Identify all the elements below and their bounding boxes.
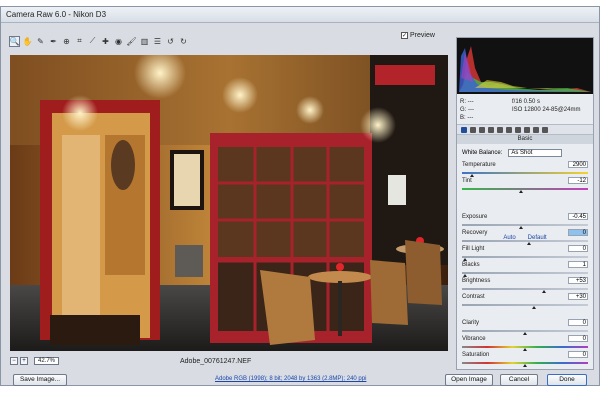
slider-thumb[interactable] [470, 174, 475, 177]
slider-thumb[interactable] [541, 290, 546, 293]
slider-thumb[interactable] [462, 274, 467, 277]
snapshots-tab-icon[interactable] [542, 126, 548, 133]
slider-thumb[interactable] [519, 190, 524, 193]
workflow-options-link[interactable]: Adobe RGB (1998); 8 bit; 2048 by 1363 (2… [215, 376, 366, 382]
contrast-value[interactable]: +30 [568, 293, 588, 300]
temperature-value[interactable]: 2900 [568, 161, 588, 168]
hand-icon[interactable]: ✋ [22, 36, 33, 47]
adjustments-panel: R: --- G: --- B: --- f/16 0.50 s ISO 128… [456, 37, 594, 370]
brightness-slider[interactable]: Brightness +53 [462, 277, 588, 294]
exposure-value[interactable]: -0.45 [568, 213, 588, 220]
cancel-button[interactable]: Cancel [500, 374, 538, 386]
brightness-value[interactable]: +53 [568, 277, 588, 284]
slider-thumb[interactable] [523, 348, 527, 351]
vibrance-value[interactable]: 0 [568, 335, 588, 342]
recovery-value[interactable]: 0 [568, 229, 588, 236]
slider-thumb[interactable] [526, 242, 531, 245]
toolbar: 🔍 ✋ ✎ ✒ ⊕ ⌗ ⟋ ✚ ◉ 🖌 ▥ ☰ ↺ ↻ [9, 29, 451, 53]
detail-tab-icon[interactable] [479, 126, 485, 133]
graduated-filter-icon[interactable]: ▥ [139, 36, 150, 47]
slider-thumb[interactable] [523, 332, 527, 335]
temperature-slider[interactable]: Temperature 2900 [462, 161, 588, 178]
slider-thumb[interactable] [519, 226, 524, 229]
saturation-slider[interactable]: Saturation 0 [462, 351, 588, 368]
exposure-info: f/16 0.50 s ISO 12800 24-85@24mm [512, 99, 581, 113]
hsl-tab-icon[interactable] [488, 126, 494, 133]
basic-tab-icon[interactable] [461, 126, 467, 133]
open-image-button[interactable]: Open Image [445, 374, 493, 386]
tint-value[interactable]: -12 [568, 177, 588, 184]
camera-raw-window: Camera Raw 6.0 - Nikon D3 🔍 ✋ ✎ ✒ ⊕ ⌗ ⟋ … [0, 6, 600, 386]
save-image-button[interactable]: Save Image... [13, 374, 67, 386]
image-preview[interactable] [10, 55, 448, 351]
adjustment-brush-icon[interactable]: 🖌 [126, 36, 137, 47]
panel-title: Basic [457, 135, 593, 144]
fill-light-value[interactable]: 0 [568, 245, 588, 252]
presets-tab-icon[interactable] [533, 126, 539, 133]
camera-calibration-tab-icon[interactable] [524, 126, 530, 133]
histogram [457, 38, 593, 94]
spot-removal-icon[interactable]: ✚ [100, 36, 111, 47]
tint-slider[interactable]: Tint -12 [462, 177, 588, 194]
preview-label: Preview [410, 32, 435, 39]
zoom-level-select[interactable]: 42.7% [34, 357, 60, 365]
image-filename: Adobe_00761247.NEF [180, 357, 252, 365]
clarity-value[interactable]: 0 [568, 319, 588, 326]
vibrance-slider[interactable]: Vibrance 0 [462, 335, 588, 352]
zoom-in-button[interactable]: + [20, 357, 28, 365]
preferences-icon[interactable]: ☰ [152, 36, 163, 47]
exposure-slider[interactable]: Exposure -0.45 [462, 213, 588, 230]
straighten-icon[interactable]: ⟋ [87, 36, 98, 47]
done-button[interactable]: Done [547, 374, 587, 386]
lens-corrections-tab-icon[interactable] [506, 126, 512, 133]
white-balance-select[interactable]: As Shot [508, 149, 563, 157]
clarity-slider[interactable]: Clarity 0 [462, 319, 588, 336]
histogram-graph [459, 46, 591, 92]
color-sampler-icon[interactable]: ✒ [48, 36, 59, 47]
panel-tabs [457, 124, 593, 135]
target-adjust-icon[interactable]: ⊕ [61, 36, 72, 47]
rgb-readout: R: --- G: --- B: --- [460, 99, 474, 121]
white-balance-row: White Balance: As Shot [462, 149, 588, 157]
effects-tab-icon[interactable] [515, 126, 521, 133]
split-toning-tab-icon[interactable] [497, 126, 503, 133]
window-title: Camera Raw 6.0 - Nikon D3 [1, 7, 599, 23]
preview-toggle[interactable]: ✓ Preview [401, 32, 435, 39]
preview-checkbox[interactable]: ✓ [401, 32, 408, 39]
contrast-slider[interactable]: Contrast +30 [462, 293, 588, 310]
crop-icon[interactable]: ⌗ [74, 36, 85, 47]
white-balance-label: White Balance: [462, 150, 503, 156]
zoom-icon[interactable]: 🔍 [9, 35, 20, 47]
blacks-slider[interactable]: Blacks 1 [462, 261, 588, 278]
rotate-cw-icon[interactable]: ↻ [178, 36, 189, 47]
slider-thumb[interactable] [523, 364, 527, 367]
saturation-value[interactable]: 0 [568, 351, 588, 358]
fill-light-slider[interactable]: Fill Light 0 [462, 245, 588, 262]
white-balance-icon[interactable]: ✎ [35, 36, 46, 47]
image-status-bar: − + 42.7% Adobe_00761247.NEF [10, 354, 448, 368]
blacks-value[interactable]: 1 [568, 261, 588, 268]
slider-thumb[interactable] [462, 258, 467, 261]
recovery-slider[interactable]: Recovery 0 [462, 229, 588, 246]
dialog-footer: Save Image... Adobe RGB (1998); 8 bit; 2… [1, 373, 599, 387]
tone-curve-tab-icon[interactable] [470, 126, 476, 133]
rotate-ccw-icon[interactable]: ↺ [165, 36, 176, 47]
red-eye-icon[interactable]: ◉ [113, 36, 124, 47]
restaurant-photo [10, 55, 448, 351]
slider-thumb[interactable] [531, 306, 536, 309]
zoom-out-button[interactable]: − [10, 357, 18, 365]
